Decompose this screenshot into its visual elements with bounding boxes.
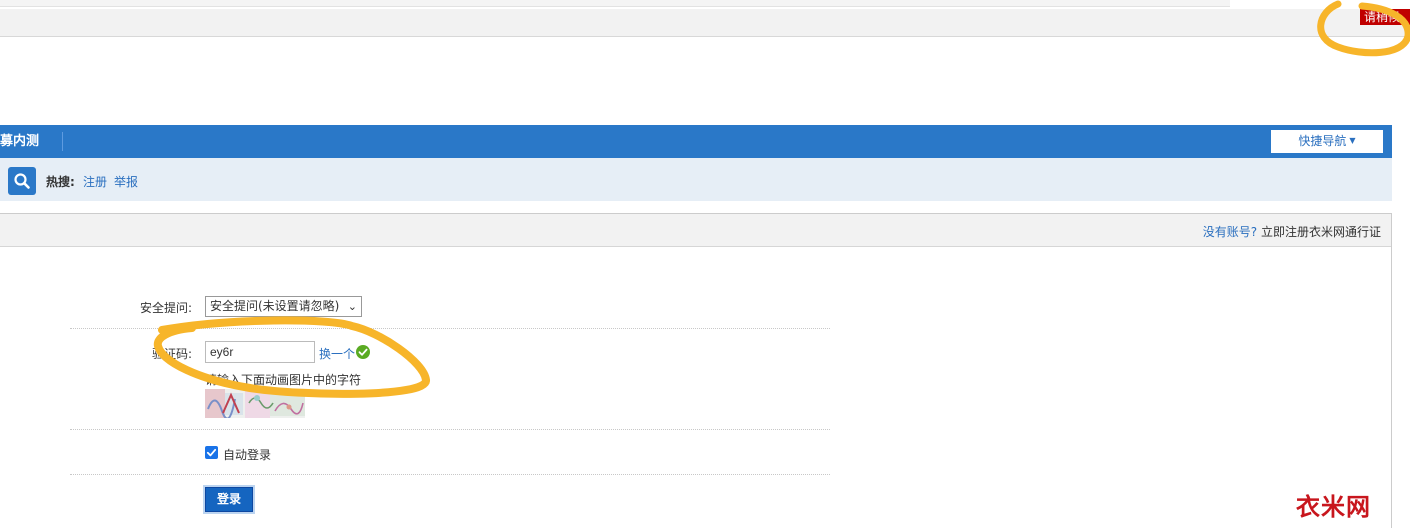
search-icon <box>14 173 30 189</box>
security-question-select[interactable]: 安全提问(未设置请忽略) ⌄ <box>205 296 362 317</box>
quick-nav-button[interactable]: 快捷导航 ▼ <box>1271 130 1383 153</box>
caret-down-icon: ▼ <box>1349 136 1356 145</box>
header-bar <box>0 9 1410 37</box>
captcha-input[interactable] <box>205 341 315 363</box>
main-nav: 招募内测 快捷导航▼ <box>0 125 1392 158</box>
change-captcha-link[interactable]: 换一个 <box>319 345 355 362</box>
register-prompt: 没有账号? 立即注册衣米网通行证 <box>1203 223 1381 240</box>
nav-separator <box>62 132 63 151</box>
checkmark-icon <box>206 448 217 457</box>
hot-link-report[interactable]: 举报 <box>114 173 138 190</box>
captcha-label: 验证码: <box>151 347 192 361</box>
top-strip <box>0 0 1230 7</box>
row-divider <box>70 429 830 430</box>
check-circle-icon <box>356 345 370 359</box>
captcha-image[interactable] <box>205 389 305 418</box>
search-bar: 热搜: 注册 举报 <box>0 158 1392 201</box>
register-link[interactable]: 立即注册衣米网通行证 <box>1261 225 1381 239</box>
no-account-text: 没有账号? <box>1202 225 1258 239</box>
security-question-value: 安全提问(未设置请忽略) <box>210 299 340 313</box>
auto-login-label: 自动登录 <box>223 448 272 462</box>
hot-link-register[interactable]: 注册 <box>83 173 107 190</box>
captcha-hint: 请输入下面动画图片中的字符 <box>205 373 362 387</box>
row-divider <box>70 474 830 475</box>
login-button[interactable]: 登录 <box>205 487 253 512</box>
loading-badge: 请稍候 <box>1359 9 1410 25</box>
quick-nav-label: 快捷导航 <box>1298 134 1347 148</box>
hot-search-label: 热搜: <box>46 175 75 189</box>
panel-header: 没有账号? 立即注册衣米网通行证 <box>0 214 1391 247</box>
row-divider <box>70 328 830 329</box>
chevron-down-icon: ⌄ <box>347 300 357 313</box>
nav-item-recruit-beta[interactable]: 招募内测 <box>0 125 39 158</box>
search-button[interactable] <box>8 167 36 195</box>
security-question-label: 安全提问: <box>139 301 192 315</box>
site-watermark-logo: 衣米网 <box>1296 493 1371 521</box>
auto-login-checkbox[interactable] <box>205 446 218 459</box>
